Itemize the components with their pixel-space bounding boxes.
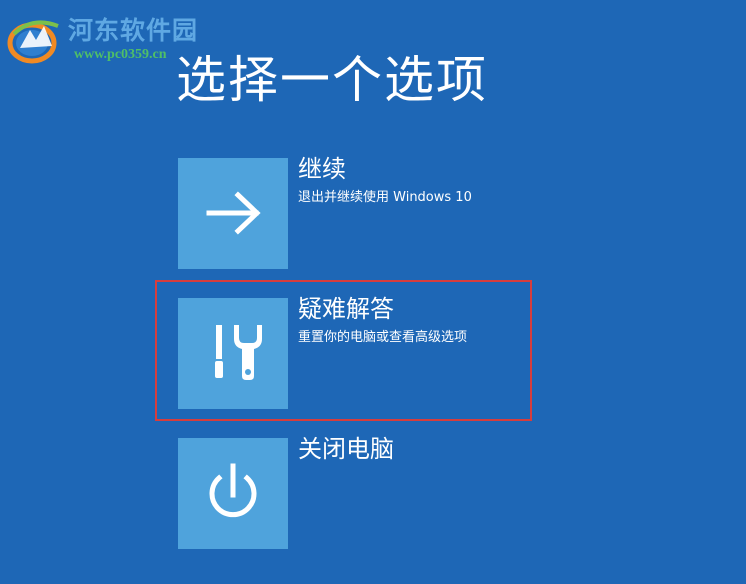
watermark-url: www.pc0359.cn [74, 47, 167, 62]
option-continue[interactable]: 继续 退出并继续使用 Windows 10 [178, 155, 578, 270]
option-continue-title: 继续 [298, 155, 346, 183]
option-troubleshoot-title: 疑难解答 [298, 295, 394, 323]
option-continue-tile[interactable] [178, 158, 288, 269]
option-troubleshoot-tile[interactable] [178, 298, 288, 409]
option-troubleshoot-description: 重置你的电脑或查看高级选项 [298, 330, 468, 345]
option-shutdown[interactable]: 关闭电脑 [178, 435, 578, 550]
option-continue-description: 退出并继续使用 Windows 10 [298, 190, 472, 205]
tools-icon [215, 325, 262, 380]
power-icon [209, 463, 257, 518]
arrow-right-icon [206, 191, 261, 235]
watermark-logo-icon [7, 20, 59, 64]
option-shutdown-tile[interactable] [178, 438, 288, 549]
page-title: 选择一个选项 [176, 51, 488, 109]
option-troubleshoot[interactable]: 疑难解答 重置你的电脑或查看高级选项 [178, 295, 578, 410]
option-shutdown-title: 关闭电脑 [298, 435, 394, 463]
